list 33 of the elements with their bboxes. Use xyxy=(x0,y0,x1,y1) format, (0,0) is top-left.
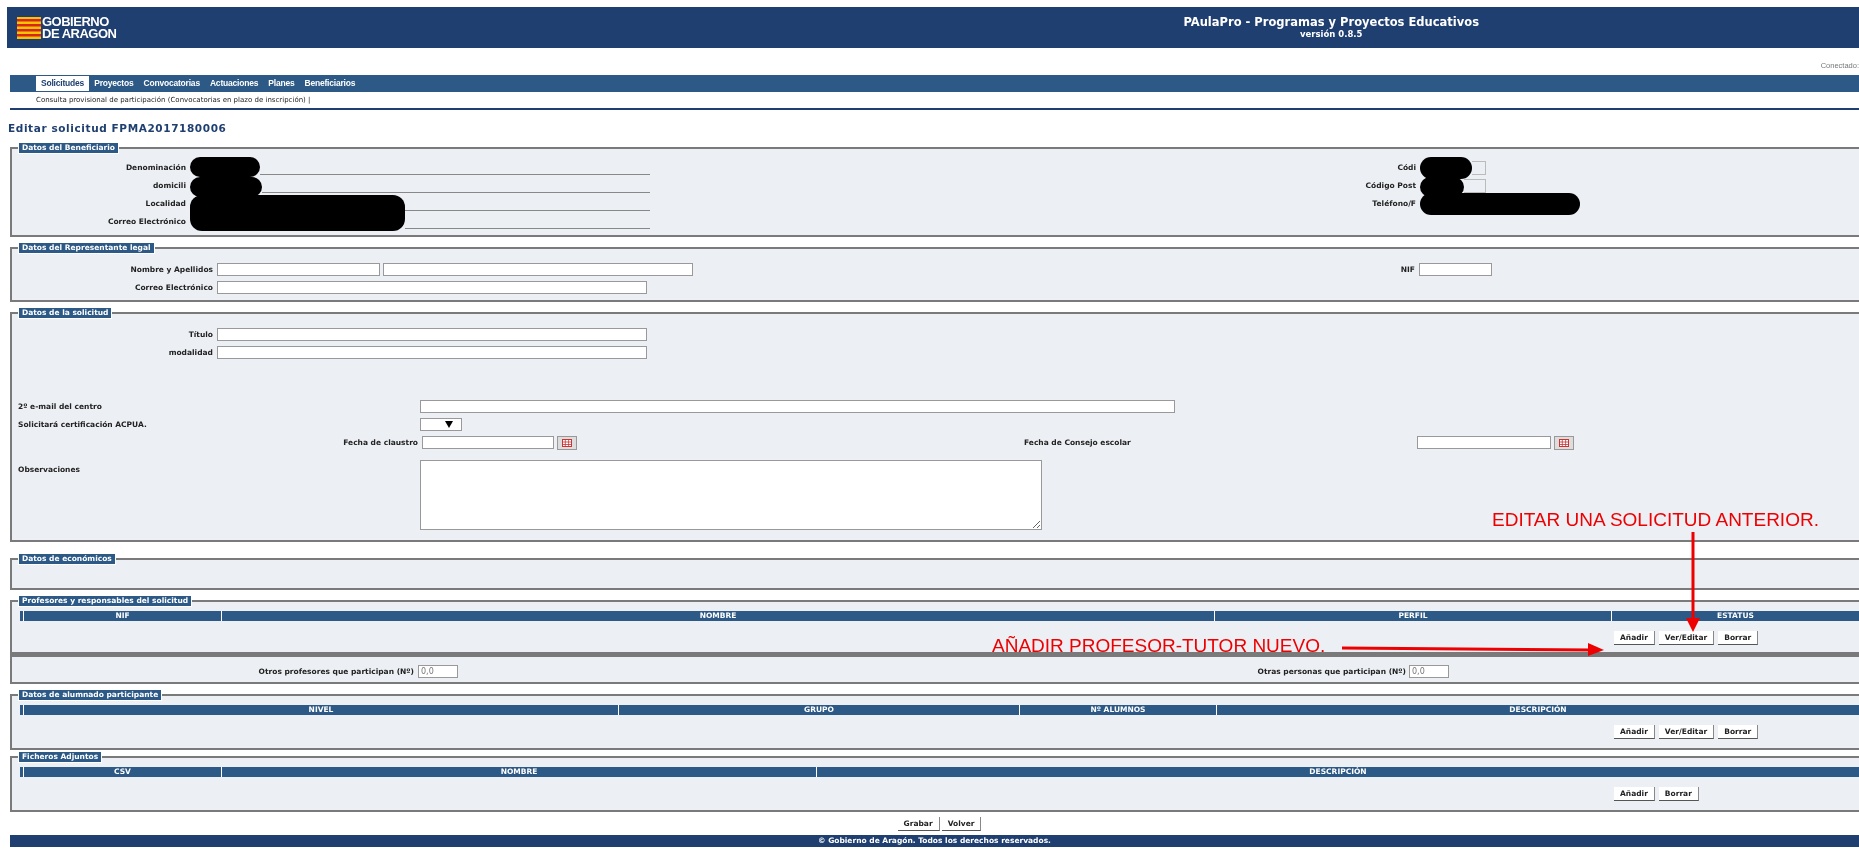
text-field[interactable] xyxy=(217,346,647,359)
text-field[interactable]: 0,0 xyxy=(1409,665,1449,678)
text-field[interactable] xyxy=(420,400,1175,413)
nav-tab[interactable]: Beneficiarios xyxy=(299,76,361,92)
text-field[interactable] xyxy=(217,263,380,276)
annotation-text: EDITAR UNA SOLICITUD ANTERIOR. xyxy=(1492,512,1819,528)
nav-tab[interactable]: Planes xyxy=(263,76,300,92)
caret-icon xyxy=(445,421,453,428)
page-title: Editar solicitud FPMA2017180006 xyxy=(8,120,228,136)
calendar-icon[interactable] xyxy=(1559,438,1569,447)
nav-tab[interactable]: Solicitudes xyxy=(36,76,90,92)
text-field[interactable]: 0,0 xyxy=(418,665,458,678)
text-field[interactable] xyxy=(422,436,554,449)
text-area[interactable] xyxy=(420,459,1042,530)
readonly-field xyxy=(1464,178,1486,193)
nav-tab[interactable]: Actuaciones xyxy=(204,76,264,92)
text-field[interactable] xyxy=(1417,436,1551,449)
annotation-text: AÑADIR PROFESOR-TUTOR NUEVO. xyxy=(992,638,1326,654)
calendar-icon[interactable] xyxy=(562,438,572,447)
nav-tab[interactable]: Convocatorias xyxy=(138,76,205,92)
text-field[interactable] xyxy=(1419,263,1492,276)
readonly-field xyxy=(1472,160,1486,175)
text-field[interactable] xyxy=(217,328,647,341)
redaction-mark xyxy=(190,156,260,177)
redaction-mark xyxy=(1420,156,1472,179)
logo-text: GOBIERNO DE ARAGON xyxy=(42,15,117,40)
text-field[interactable] xyxy=(217,281,647,294)
text-field[interactable] xyxy=(383,263,693,276)
app-title: PAulaPro - Programas y Proyectos Educativos xyxy=(1183,15,1479,29)
flag-icon xyxy=(17,16,41,39)
dropdown[interactable] xyxy=(420,418,462,431)
version-text: versión 0.8.5 xyxy=(1299,28,1363,40)
nav-tab[interactable]: Proyectos xyxy=(89,76,139,92)
